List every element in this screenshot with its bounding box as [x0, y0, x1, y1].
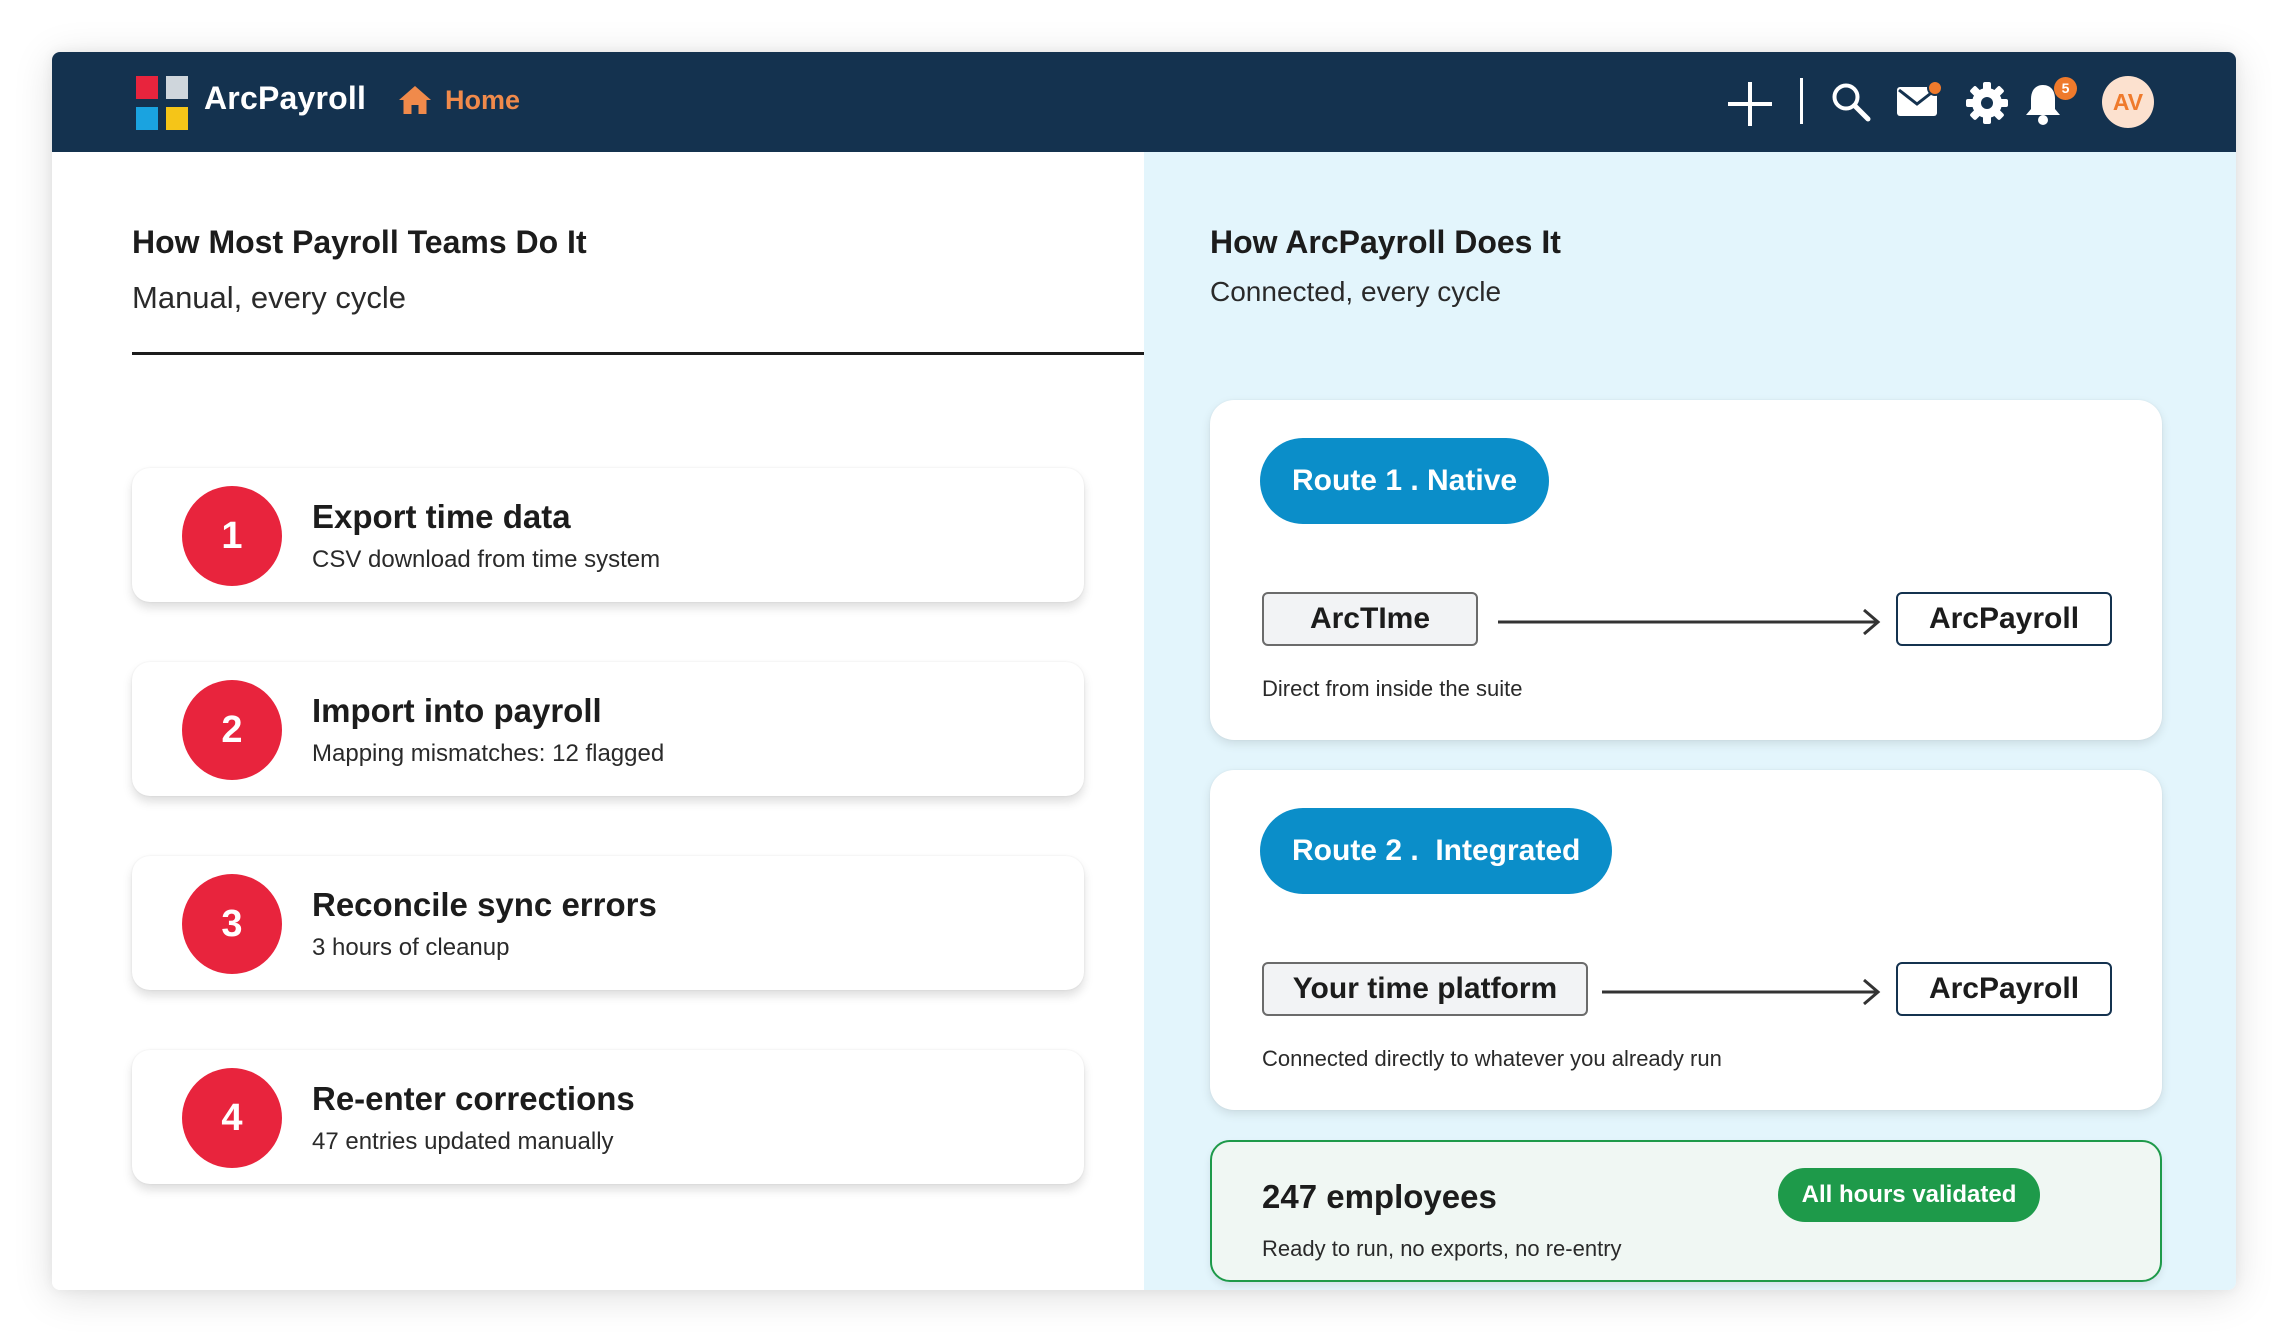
- step-card-3: 3 Reconcile sync errors 3 hours of clean…: [132, 856, 1084, 990]
- step-number-badge: 2: [182, 680, 282, 780]
- section-divider: [132, 352, 1144, 355]
- step-title: Reconcile sync errors: [312, 886, 657, 923]
- arrow-right-icon: [1498, 608, 1881, 636]
- step-description: 3 hours of cleanup: [312, 934, 510, 961]
- logo-square-grey: [166, 76, 188, 99]
- manual-section-subtitle: Manual, every cycle: [132, 280, 406, 315]
- app-window: ArcPayroll Home 5 AV How Most Payroll Te…: [52, 52, 2236, 1290]
- mail-icon[interactable]: [1896, 80, 1944, 120]
- summary-card: 247 employees All hours validated Ready …: [1210, 1140, 2162, 1282]
- user-avatar[interactable]: AV: [2102, 76, 2154, 128]
- step-card-4: 4 Re-enter corrections 47 entries update…: [132, 1050, 1084, 1184]
- summary-note: Ready to run, no exports, no re-entry: [1262, 1236, 1622, 1261]
- brand-name: ArcPayroll: [204, 80, 367, 116]
- top-navigation-bar: ArcPayroll Home 5 AV: [52, 52, 2236, 152]
- manual-process-panel: How Most Payroll Teams Do It Manual, eve…: [52, 152, 1144, 1290]
- step-card-2: 2 Import into payroll Mapping mismatches…: [132, 662, 1084, 796]
- logo-square-blue: [136, 107, 158, 130]
- home-label: Home: [445, 84, 521, 115]
- route-destination-box: ArcPayroll: [1896, 592, 2112, 646]
- step-number-badge: 3: [182, 874, 282, 974]
- connected-section-subtitle: Connected, every cycle: [1210, 276, 1502, 307]
- step-number-badge: 1: [182, 486, 282, 586]
- route-label-pill: Route 1 . Native: [1260, 438, 1550, 524]
- route-source-box: ArcTIme: [1262, 592, 1478, 646]
- search-icon[interactable]: [1831, 82, 1871, 122]
- step-description: CSV download from time system: [312, 546, 661, 573]
- arrow-right-icon: [1602, 978, 1881, 1006]
- logo-square-yellow: [166, 107, 188, 130]
- plus-icon[interactable]: [1728, 82, 1772, 126]
- route-card-integrated: Route 2 . Integrated Your time platform …: [1210, 770, 2162, 1110]
- home-link[interactable]: Home: [397, 84, 520, 116]
- step-description: Mapping mismatches: 12 flagged: [312, 740, 665, 767]
- step-title: Export time data: [312, 498, 571, 535]
- gear-icon[interactable]: [1966, 82, 2008, 124]
- step-card-1: 1 Export time data CSV download from tim…: [132, 468, 1084, 602]
- step-title: Import into payroll: [312, 692, 602, 729]
- route-label-pill: Route 2 . Integrated: [1260, 808, 1613, 894]
- home-icon: [399, 86, 431, 114]
- employee-count: 247 employees: [1262, 1178, 1497, 1215]
- step-title: Re-enter corrections: [312, 1080, 635, 1117]
- notification-count-badge: 5: [2054, 77, 2077, 100]
- route-note: Direct from inside the suite: [1262, 676, 1523, 701]
- logo-square-red: [136, 76, 158, 99]
- manual-section-title: How Most Payroll Teams Do It: [132, 224, 587, 260]
- route-source-box: Your time platform: [1262, 962, 1588, 1016]
- route-destination-box: ArcPayroll: [1896, 962, 2112, 1016]
- arcpayroll-logo-icon[interactable]: [136, 76, 188, 130]
- connected-process-panel: How ArcPayroll Does It Connected, every …: [1144, 152, 2236, 1290]
- route-card-native: Route 1 . Native ArcTIme ArcPayroll Dire…: [1210, 400, 2162, 740]
- validation-status-badge: All hours validated: [1778, 1168, 2040, 1222]
- toolbar-divider: [1800, 78, 1803, 124]
- route-note: Connected directly to whatever you alrea…: [1262, 1046, 1722, 1071]
- step-number-badge: 4: [182, 1068, 282, 1168]
- connected-section-title: How ArcPayroll Does It: [1210, 224, 1561, 260]
- step-description: 47 entries updated manually: [312, 1128, 614, 1155]
